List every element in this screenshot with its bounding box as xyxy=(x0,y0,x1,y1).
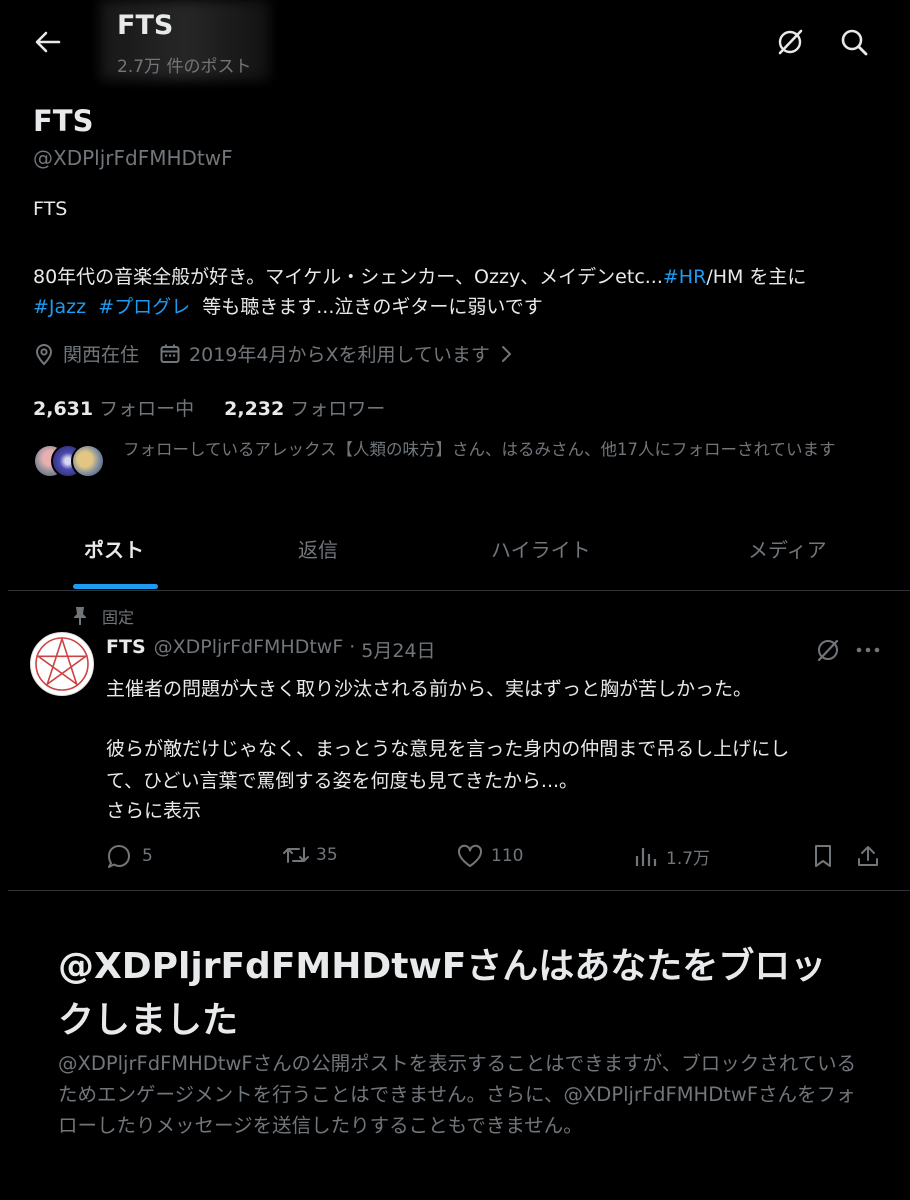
location-pin-icon xyxy=(35,343,53,365)
bookmark-button[interactable] xyxy=(812,844,834,868)
search-button[interactable] xyxy=(836,24,872,60)
like-count: 110 xyxy=(491,846,524,866)
profile-meta: 関西在住 2019年4月からXを利用しています xyxy=(33,340,514,367)
calendar-icon xyxy=(160,344,180,363)
share-button[interactable] xyxy=(857,844,879,868)
bio-line-2: 80年代の音楽全般が好き。マイケル・シェンカー、Ozzy、メイデンetc...#… xyxy=(33,262,806,289)
tweet-date[interactable]: 5月24日 xyxy=(361,636,435,663)
profile-tabs: ポスト 返信 ハイライト メディア xyxy=(0,520,910,590)
following-count: 2,631 xyxy=(33,398,94,420)
followers-count: 2,232 xyxy=(224,398,285,420)
views-count: 1.7万 xyxy=(666,849,711,869)
tab-media[interactable]: メディア xyxy=(748,534,827,563)
like-button[interactable]: 110 xyxy=(457,844,523,868)
tweet-author-name[interactable]: FTS xyxy=(106,636,146,663)
hashtag-jazz[interactable]: #Jazz xyxy=(33,296,86,318)
tab-highlights[interactable]: ハイライト xyxy=(491,534,591,563)
reply-button[interactable]: 5 xyxy=(106,844,153,868)
tweet-text-line: て、ひどい言葉で罵倒する姿を何度も見てきたから...。 xyxy=(106,770,579,792)
bookmark-icon xyxy=(815,845,831,867)
divider xyxy=(8,590,910,591)
profile-handle: @XDPljrFdFMHDtwF xyxy=(33,146,233,170)
show-more-link[interactable]: さらに表示 xyxy=(106,796,201,823)
pinned-indicator: 固定 xyxy=(72,604,134,628)
repost-button[interactable]: 35 xyxy=(282,844,338,866)
following-label: フォロー中 xyxy=(99,398,195,420)
known-followers[interactable]: フォローしているアレックス【人類の味方】さん、はるみさん、他17人にフォローされ… xyxy=(33,438,893,484)
location: 関西在住 xyxy=(33,340,139,367)
chevron-right-icon xyxy=(501,345,512,362)
tweet-author-handle[interactable]: @XDPljrFdFMHDtwF xyxy=(154,636,344,663)
known-followers-avatars xyxy=(33,438,117,484)
hashtag-progre[interactable]: #プログレ xyxy=(98,296,190,318)
hashtag-hr[interactable]: #HR xyxy=(663,266,706,288)
repost-icon xyxy=(283,847,309,863)
divider xyxy=(8,890,910,891)
grok-icon xyxy=(817,639,839,662)
bio-line-1: FTS xyxy=(33,198,68,220)
tweet-text-line: 主催者の問題が大きく取り沙汰される前から、実はずっと胸が苦しかった。 xyxy=(106,678,753,700)
tweet-more-button[interactable] xyxy=(854,636,882,664)
known-followers-text: フォローしているアレックス【人類の味方】さん、はるみさん、他17人にフォローされ… xyxy=(123,440,836,459)
pin-icon xyxy=(74,607,86,625)
repost-count: 35 xyxy=(316,845,338,865)
location-text: 関西在住 xyxy=(63,344,140,366)
like-icon xyxy=(457,844,483,867)
back-arrow-icon xyxy=(35,31,61,53)
pinned-label: 固定 xyxy=(102,608,135,627)
share-icon xyxy=(858,846,878,866)
back-button[interactable] xyxy=(30,26,66,58)
followers-label: フォロワー xyxy=(290,398,386,420)
tweet-text-line: 彼らが敵だけじゃなく、まっとうな意見を言った身内の仲間まで吊るし上げにし xyxy=(106,738,790,760)
joined-text: 2019年4月からXを利用しています xyxy=(189,344,490,366)
active-tab-indicator xyxy=(73,584,158,589)
bio-text: 80年代の音楽全般が好き。マイケル・シェンカー、Ozzy、メイデンetc... xyxy=(33,266,663,288)
top-bar: FTS 2.7万 件のポスト xyxy=(0,0,910,86)
tab-posts[interactable]: ポスト xyxy=(84,534,144,563)
follow-stats: 2,631 フォロー中 2,232 フォロワー xyxy=(33,394,385,421)
more-icon xyxy=(856,647,880,653)
blocked-title: @XDPljrFdFMHDtwFさんはあなたをブロックしました xyxy=(58,946,827,1041)
blocked-body: @XDPljrFdFMHDtwFさんの公開ポストを表示することはできますが、ブロ… xyxy=(58,1052,857,1137)
views-icon xyxy=(635,847,657,866)
pentagram-avatar xyxy=(35,636,89,691)
views-button[interactable]: 1.7万 xyxy=(634,844,710,869)
tweet-header: FTS @XDPljrFdFMHDtwF · 5月24日 xyxy=(106,636,436,663)
header-title: FTS xyxy=(117,10,174,41)
profile-display-name: FTS xyxy=(33,104,94,138)
following-link[interactable]: 2,631 フォロー中 xyxy=(33,394,194,421)
bio-text: /HM を主に xyxy=(706,266,807,288)
grok-icon xyxy=(778,29,803,55)
tweet-separator: · xyxy=(349,636,356,658)
search-icon xyxy=(841,29,868,56)
reply-count: 5 xyxy=(142,846,153,866)
joined-date[interactable]: 2019年4月からXを利用しています xyxy=(159,340,514,367)
bio-line-3: #Jazz #プログレ 等も聴きます...泣きのギターに弱いです xyxy=(33,292,543,319)
tab-replies[interactable]: 返信 xyxy=(298,534,338,563)
bio-text: 等も聴きます...泣きのギターに弱いです xyxy=(202,296,543,318)
reply-icon xyxy=(108,845,130,868)
followers-link[interactable]: 2,232 フォロワー xyxy=(224,394,385,421)
avatar xyxy=(71,444,105,478)
header-post-count: 2.7万 件のポスト xyxy=(117,57,252,77)
grok-button[interactable] xyxy=(772,24,808,60)
tweet-grok-button[interactable] xyxy=(812,634,844,666)
tweet-author-avatar[interactable] xyxy=(30,632,94,696)
